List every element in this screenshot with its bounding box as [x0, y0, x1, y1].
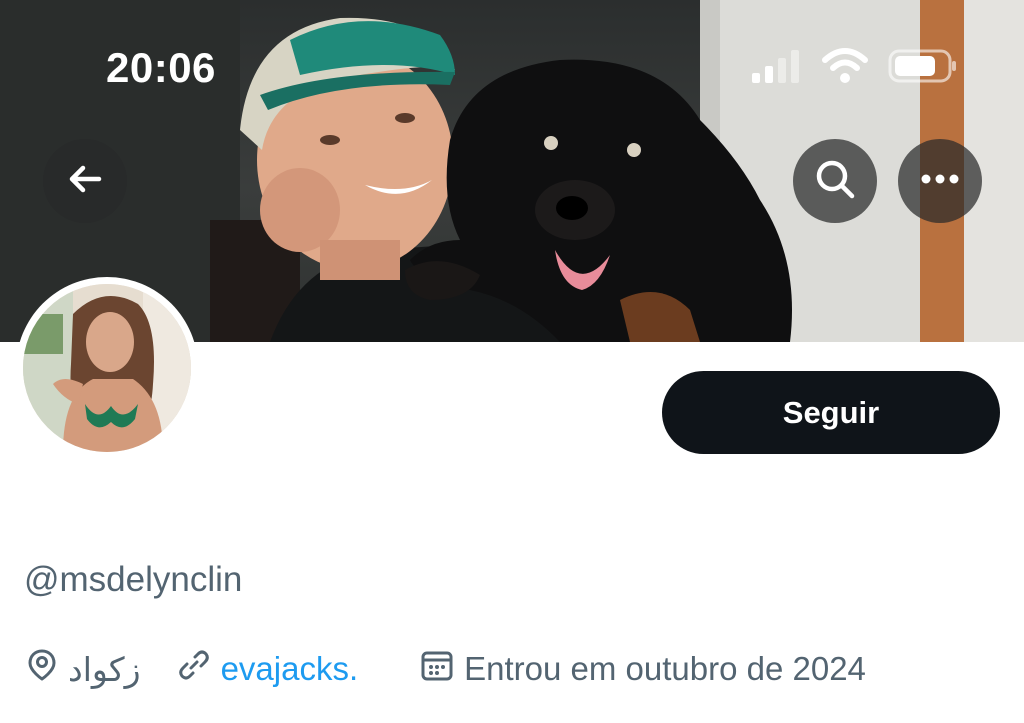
status-icons — [750, 48, 958, 89]
location-text: زكواد — [68, 650, 141, 688]
profile-location: زكواد — [26, 648, 141, 690]
search-button[interactable] — [793, 139, 877, 223]
joined-text: Entrou em outubro de 2024 — [464, 650, 866, 687]
avatar-photo — [23, 284, 191, 452]
status-time: 20:06 — [106, 44, 216, 91]
profile-handle: @msdelynclin — [24, 560, 243, 599]
more-options-button[interactable] — [898, 139, 982, 223]
battery-icon — [888, 49, 958, 88]
profile-website[interactable]: evajacks. — [177, 648, 359, 690]
wifi-icon — [822, 48, 868, 89]
back-button[interactable] — [43, 139, 127, 223]
profile-screen: 20:06 Seguir @msdelynclin زكواد evajacks… — [0, 0, 1024, 723]
calendar-icon — [420, 648, 464, 690]
profile-joined: Entrou em outubro de 2024 — [420, 648, 866, 690]
profile-meta-row: زكواد evajacks. Entrou em outubro de 202… — [26, 648, 866, 690]
website-link[interactable]: evajacks. — [221, 650, 359, 688]
location-pin-icon — [26, 648, 68, 690]
arrow-left-icon — [65, 159, 105, 204]
cellular-signal-icon — [750, 49, 802, 88]
follow-button[interactable]: Seguir — [662, 371, 1000, 454]
search-icon — [813, 157, 857, 206]
avatar[interactable] — [16, 277, 198, 459]
more-horizontal-icon — [920, 172, 960, 190]
link-icon — [177, 648, 221, 690]
